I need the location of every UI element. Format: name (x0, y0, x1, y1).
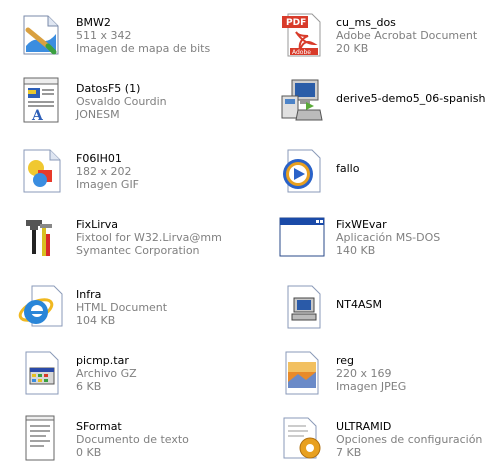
config-settings-icon (278, 414, 326, 462)
file-name: cu_ms_dos (336, 16, 396, 29)
file-item-infra[interactable]: Infra HTML Document 104 KB (18, 282, 258, 338)
svg-text:PDF: PDF (286, 18, 306, 28)
file-item-sformat[interactable]: SFormat Documento de texto 0 KB (18, 414, 258, 470)
file-name: NT4ASM (336, 298, 382, 311)
text-document-icon (18, 414, 66, 462)
file-item-fallo[interactable]: fallo (278, 146, 504, 202)
file-name: DatosF5 (1) (76, 82, 141, 95)
file-type: Imagen de mapa de bits (76, 42, 211, 55)
svg-text:Adobe: Adobe (292, 49, 311, 56)
file-type: Adobe Acrobat Document (336, 29, 478, 42)
file-size: 7 KB (336, 446, 362, 459)
file-dimensions: 182 x 202 (76, 165, 132, 178)
internet-explorer-icon (18, 282, 66, 330)
file-name: reg (336, 354, 355, 367)
file-item-bmw2[interactable]: BMW2 511 x 342 Imagen de mapa de bits (18, 10, 258, 66)
svg-text:A: A (31, 108, 44, 124)
fixtool-icon (18, 212, 66, 260)
file-name: F06IH01 (76, 152, 122, 165)
file-name: ULTRAMID (336, 420, 392, 433)
file-size: 0 KB (76, 446, 102, 459)
file-item-derive5[interactable]: derive5-demo5_06-spanish (278, 76, 504, 132)
file-type: Imagen GIF (76, 178, 140, 191)
file-item-picmp-tar[interactable]: picmp.tar Archivo GZ 6 KB (18, 348, 258, 404)
file-size: 140 KB (336, 244, 376, 257)
file-size: 20 KB (336, 42, 369, 55)
file-description: Fixtool for W32.Lirva@mm (76, 231, 222, 244)
file-icon-view: BMW2 511 x 342 Imagen de mapa de bits PD… (0, 0, 504, 466)
file-item-reg[interactable]: reg 220 x 169 Imagen JPEG (278, 348, 504, 404)
gif-image-icon (18, 146, 66, 194)
pdf-icon: PDF Adobe (278, 10, 326, 58)
installer-icon (278, 76, 326, 124)
file-type: Aplicación MS-DOS (336, 231, 441, 244)
file-name: derive5-demo5_06-spanish (336, 92, 486, 105)
file-type: Opciones de configuración (336, 433, 483, 446)
media-player-icon (278, 146, 326, 194)
file-item-nt4asm[interactable]: NT4ASM (278, 282, 504, 338)
word-document-icon: A (18, 76, 66, 124)
paint-bitmap-icon (18, 10, 66, 58)
file-item-fixlirva[interactable]: FixLirva Fixtool for W32.Lirva@mm Symant… (18, 212, 258, 268)
file-type: HTML Document (76, 301, 168, 314)
msdos-window-icon (278, 212, 326, 260)
file-dimensions: 511 x 342 (76, 29, 132, 42)
file-size: 104 KB (76, 314, 116, 327)
file-item-ultramid[interactable]: ULTRAMID Opciones de configuración 7 KB (278, 414, 504, 470)
archive-icon (18, 348, 66, 396)
file-type: Documento de texto (76, 433, 189, 446)
nt-asm-icon (278, 282, 326, 330)
file-size: 6 KB (76, 380, 102, 393)
file-author: Osvaldo Courdin (76, 95, 167, 108)
file-item-f06ih01[interactable]: F06IH01 182 x 202 Imagen GIF (18, 146, 258, 202)
file-name: picmp.tar (76, 354, 129, 367)
file-item-datosf5[interactable]: A DatosF5 (1) Osvaldo Courdin JONESM (18, 76, 258, 132)
file-item-fixwevar[interactable]: FixWEvar Aplicación MS-DOS 140 KB (278, 212, 504, 268)
file-name: SFormat (76, 420, 122, 433)
file-name: Infra (76, 288, 102, 301)
file-name: FixLirva (76, 218, 119, 231)
file-name: fallo (336, 162, 360, 175)
file-company: JONESM (76, 108, 120, 121)
file-company: Symantec Corporation (76, 244, 200, 257)
file-name: BMW2 (76, 16, 111, 29)
jpeg-image-icon (278, 348, 326, 396)
file-type: Imagen JPEG (336, 380, 407, 393)
file-dimensions: 220 x 169 (336, 367, 392, 380)
file-name: FixWEvar (336, 218, 387, 231)
file-item-cu-ms-dos[interactable]: PDF Adobe cu_ms_dos Adobe Acrobat Docume… (278, 10, 504, 66)
file-type: Archivo GZ (76, 367, 137, 380)
